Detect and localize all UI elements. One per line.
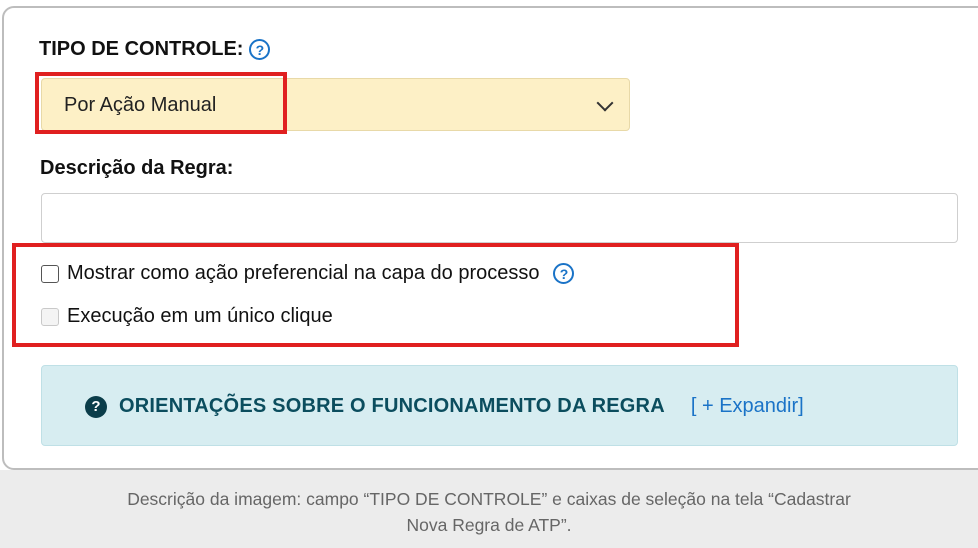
caption-line-2: Nova Regra de ATP”. bbox=[406, 515, 572, 535]
highlight-box-checkboxes bbox=[12, 243, 739, 347]
image-caption: Descrição da imagem: campo “TIPO DE CONT… bbox=[0, 486, 978, 538]
tipo-controle-label: TIPO DE CONTROLE: ? bbox=[39, 38, 271, 61]
orientacoes-panel: ? ORIENTAÇÕES SOBRE O FUNCIONAMENTO DA R… bbox=[41, 365, 958, 446]
highlight-box-select bbox=[35, 72, 287, 134]
descricao-regra-input[interactable] bbox=[41, 193, 958, 243]
orientacoes-title: ORIENTAÇÕES SOBRE O FUNCIONAMENTO DA REG… bbox=[119, 395, 665, 417]
tipo-controle-label-text: TIPO DE CONTROLE: bbox=[39, 38, 244, 60]
question-circle-icon[interactable]: ? bbox=[249, 39, 271, 60]
caption-line-1: Descrição da imagem: campo “TIPO DE CONT… bbox=[127, 489, 851, 509]
chevron-down-icon bbox=[596, 94, 614, 112]
image-caption-area: Descrição da imagem: campo “TIPO DE CONT… bbox=[0, 470, 978, 548]
question-circle-filled-icon: ? bbox=[85, 395, 107, 418]
descricao-regra-label: Descrição da Regra: bbox=[40, 157, 234, 179]
expand-link[interactable]: [ + Expandir] bbox=[691, 395, 804, 418]
